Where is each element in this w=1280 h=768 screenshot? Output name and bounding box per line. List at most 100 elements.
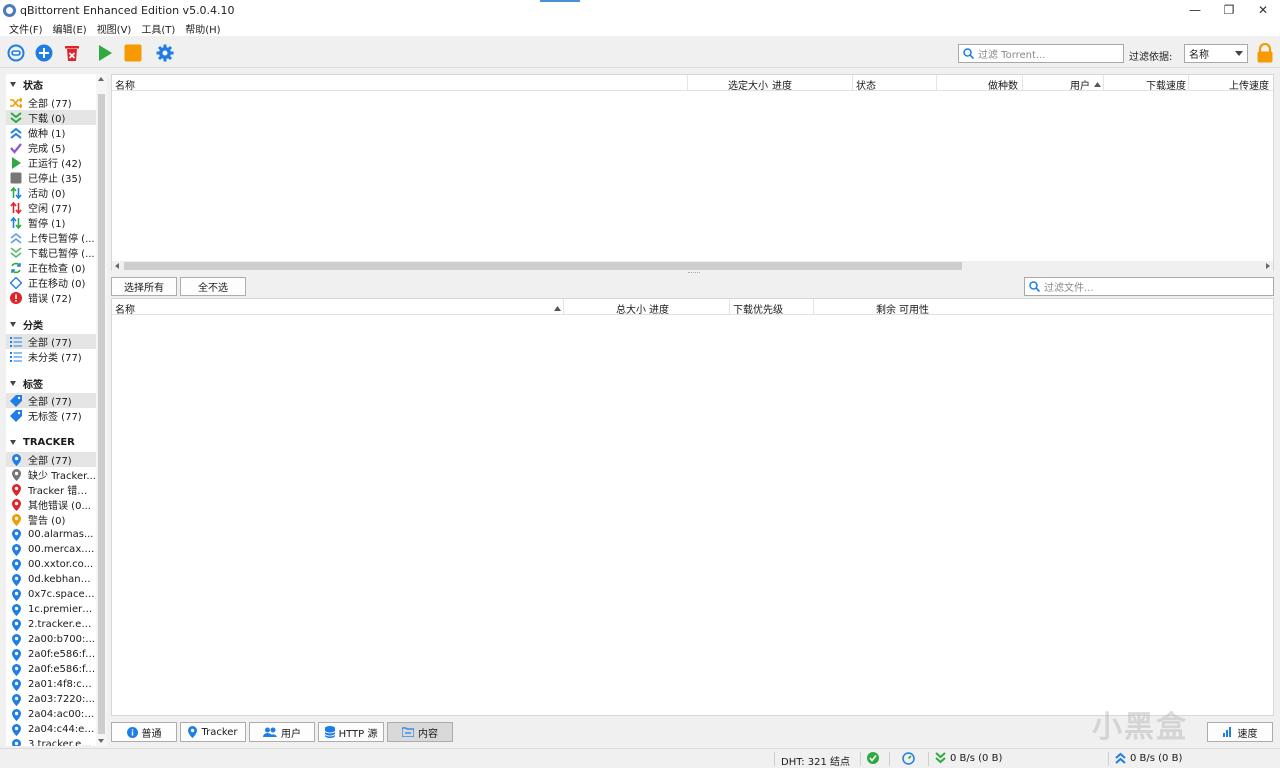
add-icon[interactable] (35, 44, 53, 62)
pane-splitter-handle[interactable] (688, 272, 700, 275)
scroll-right-icon[interactable] (1266, 263, 1270, 269)
category-filter-item[interactable]: 全部 (77) (6, 334, 96, 349)
status-filter-item[interactable]: 下载 (0) (6, 110, 96, 125)
tracker-filter-item[interactable]: 2a04:ac00:1... (6, 707, 96, 722)
tracker-filter-item[interactable]: 2a04:c44:e0... (6, 722, 96, 737)
tracker-filter-item[interactable]: 00.mercax.c... (6, 542, 96, 557)
column-status[interactable]: 状态 (856, 77, 876, 92)
menu-tools[interactable]: 工具(T) (136, 21, 180, 36)
tracker-filter-item[interactable]: 警告 (0) (6, 512, 96, 527)
torrent-list-hscrollbar[interactable] (112, 261, 1273, 271)
status-filter-item[interactable]: 正运行 (42) (6, 155, 96, 170)
tracker-filter-item[interactable]: 2a01:4f8:c0... (6, 677, 96, 692)
tracker-filter-item[interactable]: 2.tracker.eu.... (6, 617, 96, 632)
tab-http-sources[interactable]: HTTP 源 (318, 722, 384, 742)
column-download-speed[interactable]: 下载速度 (1146, 77, 1186, 92)
tracker-filter-item[interactable]: 00.alarmas... (6, 527, 96, 542)
tag-filter-item[interactable]: 全部 (77) (6, 393, 96, 408)
tag-filter-item[interactable]: 无标签 (77) (6, 408, 96, 423)
category-filter-item[interactable]: 未分类 (77) (6, 349, 96, 364)
column-download-priority[interactable]: 下载优先级 (733, 301, 783, 316)
column-availability[interactable]: 可用性 (899, 301, 929, 316)
tracker-filter-item[interactable]: 2a0f:e586:f:... (6, 647, 96, 662)
lock-icon[interactable] (1256, 42, 1274, 63)
status-filter-item[interactable]: 已停止 (35) (6, 170, 96, 185)
connection-ok-icon[interactable] (867, 752, 879, 767)
tracker-filter-item[interactable]: 2a0f:e586:f:... (6, 662, 96, 677)
scroll-left-icon[interactable] (115, 263, 119, 269)
torrent-list[interactable]: 名称 选定大小 进度 状态 做种数 用户 下载速度 上传速度 (111, 74, 1274, 271)
filter-by-select[interactable]: 名称 (1184, 44, 1248, 63)
scroll-up-icon[interactable] (98, 77, 104, 81)
tab-peers[interactable]: 用户 (249, 722, 315, 742)
tracker-filter-item[interactable]: 0d.kebhana... (6, 572, 96, 587)
tab-general[interactable]: 普通 (111, 722, 177, 742)
speed-button-label: 速度 (1237, 728, 1258, 740)
status-filter-item[interactable]: 完成 (5) (6, 140, 96, 155)
status-filter-item[interactable]: 正在移动 (0) (6, 275, 96, 290)
tracker-filter-item[interactable]: 其他错误 (0... (6, 497, 96, 512)
delete-icon[interactable] (63, 44, 81, 62)
status-filter-item[interactable]: 上传已暂停 (... (6, 230, 96, 245)
sidebar-scroll-thumb[interactable] (98, 94, 105, 734)
tracker-filter-item[interactable]: 3.tracker.eu... (6, 737, 96, 746)
tracker-section-header[interactable]: TRACKER (6, 435, 75, 449)
status-bar: DHT: 321 结点 0 B/s (0 B) 0 B/s (0 B) (0, 748, 1280, 768)
torrent-list-scroll-thumb[interactable] (124, 262, 962, 270)
tab-content[interactable]: 内容 (387, 722, 453, 742)
scroll-down-icon[interactable] (98, 739, 104, 743)
pin-red-icon (10, 498, 22, 511)
settings-icon[interactable] (156, 44, 174, 62)
select-all-button[interactable]: 选择所有 (111, 277, 177, 296)
column-file-name[interactable]: 名称 (115, 301, 135, 316)
column-peers[interactable]: 用户 (1070, 77, 1090, 92)
menu-file[interactable]: 文件(F) (4, 21, 48, 36)
minimize-button[interactable]: — (1178, 0, 1212, 20)
status-section-header[interactable]: 状态 (6, 77, 43, 92)
category-section-header[interactable]: 分类 (6, 317, 43, 332)
status-filter-item[interactable]: 活动 (0) (6, 185, 96, 200)
tracker-filter-item[interactable]: 0x7c.space ... (6, 587, 96, 602)
column-file-progress[interactable]: 进度 (649, 301, 669, 316)
column-name[interactable]: 名称 (115, 77, 135, 92)
column-selected-size[interactable]: 选定大小 (728, 77, 768, 92)
status-filter-item[interactable]: 下载已暂停 (... (6, 245, 96, 260)
column-seeds[interactable]: 做种数 (988, 77, 1018, 92)
menu-edit[interactable]: 编辑(E) (48, 21, 92, 36)
title-bar: qBittorrent Enhanced Edition v5.0.4.10 —… (0, 0, 1280, 20)
close-button[interactable]: ✕ (1246, 0, 1280, 20)
tracker-filter-item[interactable]: 2a00:b700:... (6, 632, 96, 647)
menu-help[interactable]: 帮助(H) (180, 21, 225, 36)
status-filter-item[interactable]: 全部 (77) (6, 95, 96, 110)
speed-limit-icon[interactable] (902, 752, 915, 768)
status-filter-item[interactable]: 暂停 (1) (6, 215, 96, 230)
tracker-filter-item[interactable]: 1c.premierz... (6, 602, 96, 617)
tab-tracker[interactable]: Tracker (180, 722, 246, 742)
tracker-filter-item[interactable]: 全部 (77) (6, 452, 96, 467)
select-none-button[interactable]: 全不选 (180, 277, 246, 296)
torrent-search-input[interactable]: 过滤 Torrent... (958, 44, 1124, 63)
tracker-filter-item[interactable]: Tracker 错误... (6, 482, 96, 497)
status-filter-item[interactable]: 正在检查 (0) (6, 260, 96, 275)
tracker-filter-item[interactable]: 00.xxtor.co... (6, 557, 96, 572)
tracker-filter-item[interactable]: 2a03:7220:... (6, 692, 96, 707)
restore-button[interactable]: ❐ (1212, 0, 1246, 20)
content-files-list[interactable]: 名称 总大小 进度 下载优先级 剩余 可用性 (111, 298, 1274, 716)
sidebar-scrollbar[interactable] (96, 74, 107, 746)
file-filter-input[interactable]: 过滤文件... (1024, 277, 1274, 296)
stop-icon[interactable] (124, 44, 142, 62)
start-icon[interactable] (96, 44, 114, 62)
column-upload-speed[interactable]: 上传速度 (1229, 77, 1269, 92)
speed-button[interactable]: 速度 (1207, 722, 1273, 742)
category-filter-item-label: 未分类 (77) (28, 353, 82, 364)
status-filter-item[interactable]: 做种 (1) (6, 125, 96, 140)
tag-section-header[interactable]: 标签 (6, 376, 43, 391)
column-remaining[interactable]: 剩余 (876, 301, 896, 316)
status-filter-item[interactable]: 空闲 (77) (6, 200, 96, 215)
menu-view[interactable]: 视图(V) (92, 21, 137, 36)
tracker-filter-item[interactable]: 缺少 Tracker... (6, 467, 96, 482)
link-add-icon[interactable] (7, 44, 25, 62)
column-progress[interactable]: 进度 (772, 77, 792, 92)
column-total-size[interactable]: 总大小 (616, 301, 646, 316)
status-filter-item[interactable]: 错误 (72) (6, 290, 96, 305)
